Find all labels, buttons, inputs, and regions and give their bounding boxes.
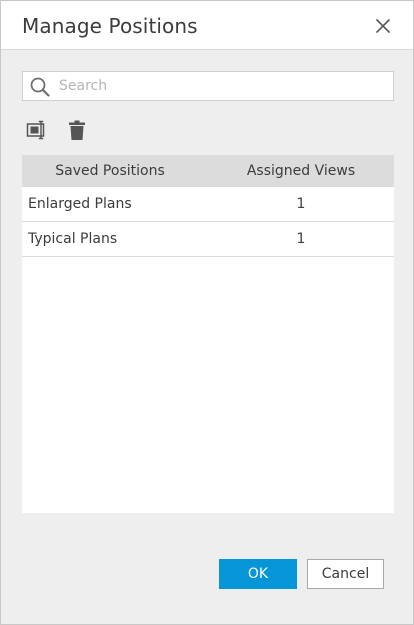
search-box[interactable] [22, 71, 394, 101]
close-icon [376, 19, 390, 33]
table-row[interactable]: Enlarged Plans 1 [22, 187, 394, 222]
search-input[interactable] [59, 72, 389, 100]
rename-position-button[interactable] [25, 118, 49, 142]
assigned-views-count: 1 [296, 196, 306, 212]
cancel-button[interactable]: Cancel [307, 559, 384, 589]
rename-position-icon [26, 120, 45, 140]
position-name: Enlarged Plans [28, 196, 132, 212]
table-row[interactable]: Typical Plans 1 [22, 222, 394, 257]
delete-position-button[interactable] [65, 118, 89, 142]
close-button[interactable] [371, 14, 395, 38]
table-header: Saved Positions Assigned Views [22, 155, 394, 187]
delete-icon [69, 120, 85, 140]
positions-table: Saved Positions Assigned Views Enlarged … [22, 155, 394, 532]
ok-button[interactable]: OK [219, 559, 297, 589]
column-header-assigned-views[interactable]: Assigned Views [202, 155, 400, 187]
position-name: Typical Plans [28, 231, 118, 247]
search-icon [30, 77, 50, 97]
column-header-saved-positions[interactable]: Saved Positions [22, 155, 198, 187]
table-footer [22, 513, 394, 532]
manage-positions-dialog: Manage Positions Saved Positions [0, 0, 414, 625]
dialog-header: Manage Positions [1, 1, 413, 50]
dialog-title: Manage Positions [22, 14, 198, 38]
assigned-views-count: 1 [296, 231, 306, 247]
